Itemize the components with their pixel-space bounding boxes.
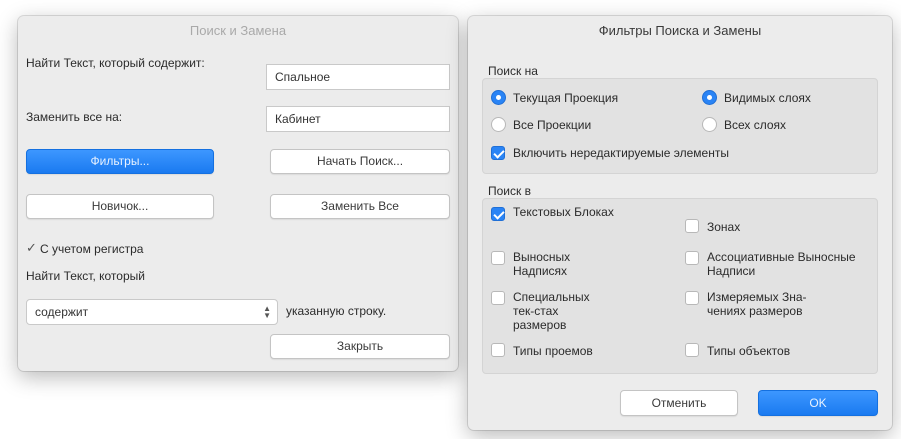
- close-button[interactable]: Закрыть: [270, 334, 450, 359]
- include-uneditable-label: Включить нередактируемые элементы: [513, 146, 729, 160]
- radio-all-layers-label: Всех слоях: [724, 118, 787, 132]
- match-case-label: С учетом регистра: [40, 242, 144, 256]
- condition-suffix-label: указанную строку.: [286, 304, 387, 318]
- find-text-label: Найти Текст, который содержит:: [26, 56, 205, 70]
- radio-visible-layers-label: Видимых слоях: [724, 91, 811, 105]
- replace-with-label: Заменить все на:: [26, 110, 123, 124]
- special-dim-text-checkbox[interactable]: [491, 291, 505, 305]
- radio-all-layers[interactable]: [702, 117, 717, 132]
- callouts-label: Выносных Надписях: [513, 250, 571, 278]
- radio-current-view[interactable]: [491, 90, 506, 105]
- opening-types-label: Типы проемов: [513, 344, 593, 358]
- condition-select[interactable]: содержит ▲ ▼: [26, 299, 278, 325]
- filters-dialog: Фильтры Поиска и Замены Поиск на Текущая…: [468, 16, 892, 430]
- radio-all-views-label: Все Проекции: [513, 118, 592, 132]
- object-types-label: Типы объектов: [707, 344, 791, 358]
- text-blocks-checkbox[interactable]: [491, 207, 505, 221]
- radio-current-view-label: Текущая Проекция: [513, 91, 619, 105]
- find-text-input[interactable]: Спальное: [266, 64, 450, 90]
- radio-visible-layers[interactable]: [702, 90, 717, 105]
- new-button[interactable]: Новичок...: [26, 194, 214, 219]
- opening-types-checkbox[interactable]: [491, 343, 505, 357]
- zones-label: Зонах: [707, 220, 741, 234]
- zones-checkbox[interactable]: [685, 219, 699, 233]
- find-replace-title: Поиск и Замена: [189, 23, 287, 38]
- text-blocks-label: Текстовых Блоках: [513, 205, 614, 219]
- callouts-checkbox[interactable]: [491, 251, 505, 265]
- include-uneditable-checkbox[interactable]: [491, 146, 505, 160]
- cancel-button[interactable]: Отменить: [620, 390, 738, 416]
- updown-chevron-icon: ▲ ▼: [263, 304, 271, 320]
- ok-button[interactable]: OK: [758, 390, 878, 416]
- search-on-group: Текущая Проекция Все Проекции Видимых сл…: [482, 78, 878, 174]
- measured-dim-values-checkbox[interactable]: [685, 291, 699, 305]
- object-types-checkbox[interactable]: [685, 343, 699, 357]
- assoc-callouts-checkbox[interactable]: [685, 251, 699, 265]
- search-on-label: Поиск на: [488, 64, 538, 78]
- special-dim-text-label: Специальных тек-стах размеров: [513, 290, 590, 332]
- condition-select-value: содержит: [35, 305, 89, 319]
- replace-with-input[interactable]: Кабинет: [266, 106, 450, 132]
- search-in-group: Текстовых Блоках Зонах Выносных Надписях…: [482, 198, 878, 374]
- filters-button[interactable]: Фильтры...: [26, 149, 214, 174]
- assoc-callouts-label: Ассоциативные Выносные Надписи: [707, 250, 856, 278]
- find-replace-dialog: Поиск и Замена Найти Текст, который соде…: [18, 16, 458, 371]
- measured-dim-values-label: Измеряемых Зна-чениях размеров: [707, 290, 807, 318]
- start-search-button[interactable]: Начать Поиск...: [270, 149, 450, 174]
- find-text-label-2: Найти Текст, который: [26, 269, 145, 283]
- radio-all-views[interactable]: [491, 117, 506, 132]
- match-case-checkmark-icon[interactable]: ✓: [26, 240, 37, 256]
- filters-title: Фильтры Поиска и Замены: [598, 23, 762, 38]
- search-in-label: Поиск в: [488, 184, 531, 198]
- replace-all-button[interactable]: Заменить Все: [270, 194, 450, 219]
